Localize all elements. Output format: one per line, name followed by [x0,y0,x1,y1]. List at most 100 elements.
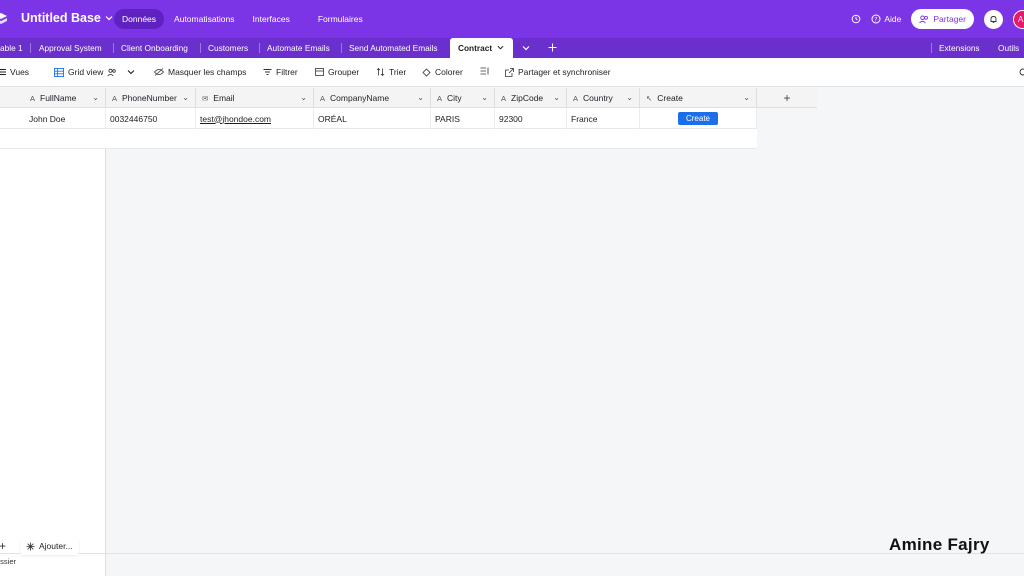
search-icon[interactable] [1019,68,1024,76]
chevron-down-icon[interactable]: ⌄ [92,93,99,102]
email-link[interactable]: test@jhondoe.com [200,114,271,124]
table-row[interactable]: John Doe 0032446750 test@jhondoe.com ORÉ… [0,108,757,129]
svg-text:?: ? [875,17,878,24]
history-icon[interactable] [851,14,861,24]
chevron-down-icon[interactable]: ⌄ [182,93,189,102]
tab-client-onboarding[interactable]: Client Onboarding [113,38,196,58]
view-toolbar: Vues Grid view Masquer les champs Filtre… [0,58,1024,87]
tab-send-automated-emails[interactable]: Send Automated Emails [341,38,446,58]
tab-table-1[interactable]: able 1 [0,38,31,58]
chevron-down-icon[interactable]: ⌄ [481,93,488,102]
column-header-email[interactable]: ✉ Email ⌄ [196,88,314,108]
filter-label: Filtrer [276,67,298,77]
group-label: Grouper [328,67,360,77]
color-button[interactable]: Colorer [422,67,463,77]
sparkle-icon [26,542,35,550]
group-button[interactable]: Grouper [315,67,359,77]
all-tables-chevron-icon[interactable] [522,44,530,52]
chevron-down-icon[interactable] [497,44,504,51]
row-height-button[interactable] [480,67,489,75]
tab-automate-emails[interactable]: Automate Emails [259,38,338,58]
add-record-plus-icon[interactable]: + [0,539,6,553]
chevron-down-icon[interactable]: ⌄ [626,93,633,102]
column-name: Create [657,93,683,103]
add-label: Ajouter... [39,541,73,551]
chevron-down-icon[interactable]: ⌄ [417,93,424,102]
column-header-country[interactable]: A Country ⌄ [567,88,640,108]
column-header-companyname[interactable]: A CompanyName ⌄ [314,88,431,108]
external-link-icon [505,67,514,77]
column-name: Country [583,93,613,103]
tab-approval-system[interactable]: Approval System [31,38,110,58]
add-record-row[interactable] [0,129,757,149]
help-button[interactable]: ? Aide [871,14,901,24]
menu-icon [0,69,6,75]
filter-icon [263,69,272,75]
sort-button[interactable]: Trier [376,67,406,77]
row-height-icon [480,67,489,75]
cell-zipcode[interactable]: 92300 [495,108,567,129]
avatar[interactable]: A [1013,9,1024,29]
column-header-phonenumber[interactable]: A PhoneNumber ⌄ [106,88,196,108]
tab-customers[interactable]: Customers [200,38,256,58]
column-header-city[interactable]: A City ⌄ [431,88,495,108]
add-button[interactable]: Ajouter... [20,537,79,555]
cell-companyname[interactable]: ORÉAL [314,108,431,129]
base-title[interactable]: Untitled Base [21,11,113,25]
chevron-down-icon[interactable] [127,68,135,76]
plus-icon: + [783,90,791,105]
column-name: CompanyName [330,93,390,103]
hide-fields-button[interactable]: Masquer les champs [154,67,246,77]
cell-email[interactable]: test@jhondoe.com [196,108,314,129]
eye-off-icon [154,68,164,76]
base-title-label: Untitled Base [21,11,101,25]
share-sync-button[interactable]: Partager et synchroniser [505,67,611,77]
chevron-down-icon [105,16,113,21]
create-button[interactable]: Create [678,112,718,125]
tab-contract[interactable]: Contract [450,38,513,58]
text-field-icon: A [437,93,443,103]
tools-button[interactable]: Outils [990,38,1024,58]
column-header-fullname[interactable]: A FullName ⌄ [0,88,106,108]
nav-donnees[interactable]: Données [114,9,165,29]
email-field-icon: ✉ [202,93,209,103]
filter-button[interactable]: Filtrer [263,67,298,77]
text-field-icon: A [320,93,326,103]
extensions-button[interactable]: Extensions [931,38,988,58]
notifications-button[interactable] [984,9,1003,29]
main-nav: Données Automatisations Interfaces Formu… [114,9,371,29]
views-label: Vues [10,67,30,77]
column-header-create[interactable]: ↖ Create ⌄ [640,88,757,108]
cell-phonenumber[interactable]: 0032446750 [106,108,196,129]
column-name: ZipCode [511,93,544,103]
add-table-icon[interactable] [548,43,557,52]
cell-country[interactable]: France [567,108,640,129]
nav-formulaires[interactable]: Formulaires [310,9,371,29]
base-logo-icon[interactable] [0,12,8,26]
nav-automatisations[interactable]: Automatisations [166,9,242,29]
avatar-initial: A [1018,14,1024,24]
users-icon [919,15,929,23]
grid-view-button[interactable]: Grid view [54,67,135,77]
folder-label: ossier [0,557,17,566]
chevron-down-icon[interactable]: ⌄ [553,93,560,102]
grid-area [106,88,1024,576]
share-sync-label: Partager et synchroniser [518,67,611,77]
users-icon [107,68,117,76]
chevron-down-icon[interactable]: ⌄ [743,93,750,102]
nav-interfaces[interactable]: Interfaces [245,9,298,29]
add-field-button[interactable]: + [757,88,817,108]
frozen-column-area [0,88,106,576]
cell-city[interactable]: PARIS [431,108,495,129]
bottom-divider [0,553,1024,554]
cell-fullname[interactable]: John Doe [0,108,106,129]
views-button[interactable]: Vues [0,67,29,77]
table-tabs: able 1 Approval System Client Onboarding… [0,38,1024,58]
column-name: FullName [40,93,77,103]
chevron-down-icon[interactable]: ⌄ [300,93,307,102]
column-header-zipcode[interactable]: A ZipCode ⌄ [495,88,567,108]
share-button[interactable]: Partager [911,9,974,29]
tab-contract-label: Contract [458,43,493,53]
help-label: Aide [884,14,902,24]
help-icon: ? [871,14,881,24]
